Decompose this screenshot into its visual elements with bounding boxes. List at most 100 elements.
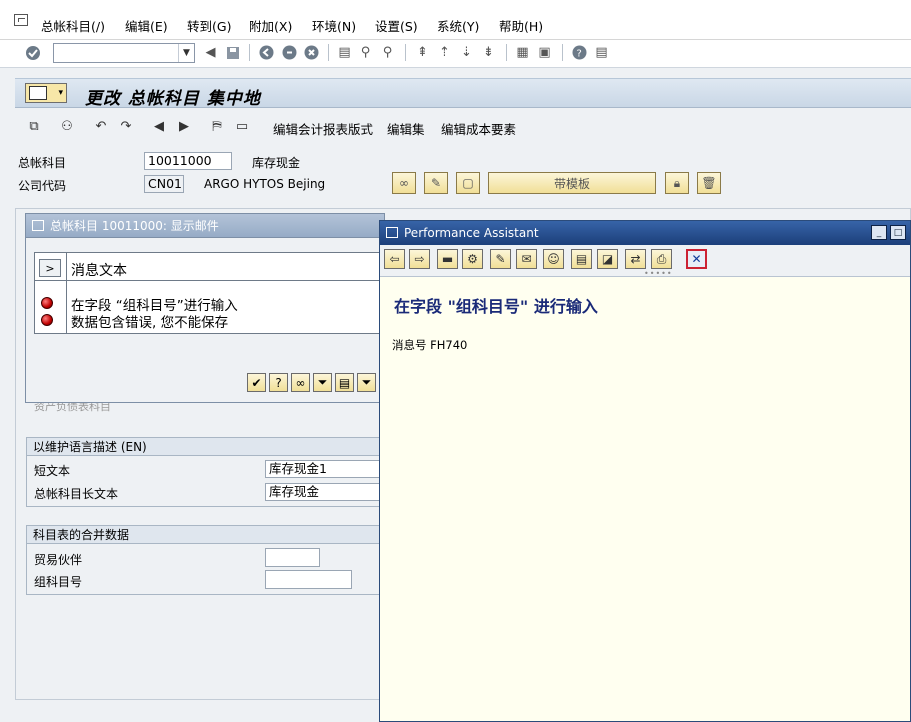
- technical-info-icon[interactable]: ⚙: [462, 249, 483, 269]
- menu-help[interactable]: 帮助(H): [499, 16, 543, 35]
- long-text-field[interactable]: 库存现金: [265, 483, 381, 501]
- book-icon[interactable]: ▬: [437, 249, 458, 269]
- layout-menu-icon[interactable]: ▤: [593, 44, 610, 61]
- toolbar-separator: [328, 44, 329, 61]
- window-icon: [386, 227, 398, 238]
- cancel-icon[interactable]: [303, 44, 320, 61]
- new-session-icon[interactable]: ▦: [514, 44, 531, 61]
- enter-icon[interactable]: [24, 44, 41, 61]
- edit-note-icon[interactable]: ✎: [490, 249, 511, 269]
- shortcut-icon[interactable]: ▣: [536, 44, 553, 61]
- forward-arrow-icon[interactable]: ⇨: [409, 249, 430, 269]
- hierarchy-icon[interactable]: ⚇: [58, 117, 76, 135]
- bookmark-icon[interactable]: ◪: [597, 249, 618, 269]
- find-next-icon[interactable]: ⚲: [379, 44, 396, 61]
- error-light-icon: [41, 297, 53, 309]
- account-description: 库存现金: [252, 156, 301, 170]
- glasses-icon[interactable]: ∞: [392, 172, 416, 194]
- company-code-field[interactable]: CN01: [144, 175, 184, 193]
- consolidation-group-title: 科目表的合并数据: [27, 526, 385, 544]
- dropdown-icon: ▾: [58, 88, 63, 98]
- minimize-icon[interactable]: _: [871, 225, 887, 240]
- window-icon: [29, 86, 47, 100]
- help-icon[interactable]: ?: [571, 44, 588, 61]
- menu-system[interactable]: 系统(Y): [437, 16, 479, 35]
- trading-partner-field[interactable]: [265, 548, 320, 567]
- command-field-dropdown-icon[interactable]: ▼: [178, 44, 194, 62]
- print-list-icon[interactable]: ▤: [335, 373, 354, 392]
- menu-gl-account[interactable]: 总帐科目(/): [41, 16, 105, 35]
- performance-assistant-window: Performance Assistant _ □ ⇦ ⇨ ▬ ⚙ ✎ ✉ ☺ …: [379, 220, 911, 722]
- filter-settings-icon[interactable]: ⏷: [357, 373, 376, 392]
- change-display-icon[interactable]: ⧉: [25, 117, 43, 135]
- menu-environment[interactable]: 环境(N): [312, 16, 356, 35]
- back-icon[interactable]: [258, 44, 275, 61]
- next-icon[interactable]: ▶: [175, 117, 193, 135]
- performance-assistant-title-bar: Performance Assistant _ □: [380, 221, 910, 245]
- company-code-label: 公司代码: [18, 179, 67, 193]
- last-page-icon[interactable]: ⇟: [480, 44, 497, 61]
- command-field[interactable]: ▼: [53, 43, 195, 63]
- help-heading: 在字段 "组科目号" 进行输入: [394, 297, 598, 316]
- delete-icon[interactable]: 🗑︎: [697, 172, 721, 194]
- with-template-button[interactable]: 带模板: [488, 172, 656, 194]
- exit-icon[interactable]: [281, 44, 298, 61]
- screen-title-bar: ▾ 更改 总帐科目 集中地: [15, 78, 911, 109]
- previous-icon[interactable]: ◀: [150, 117, 168, 135]
- print-icon[interactable]: ⎙: [651, 249, 672, 269]
- with-template-label: 带模板: [553, 176, 590, 191]
- find-icon[interactable]: ⚲: [357, 44, 374, 61]
- menu-settings[interactable]: 设置(S): [375, 16, 418, 35]
- back-arrow-icon[interactable]: ◀: [202, 44, 219, 61]
- pencil-icon[interactable]: ✎: [424, 172, 448, 194]
- menu-edit[interactable]: 编辑(E): [125, 16, 168, 35]
- next-page-icon[interactable]: ⇣: [458, 44, 475, 61]
- select-all-icon[interactable]: >: [39, 259, 61, 277]
- transfer-icon[interactable]: ⇄: [625, 249, 646, 269]
- close-icon[interactable]: ✕: [686, 249, 707, 269]
- user-icon[interactable]: ☺: [543, 249, 564, 269]
- print-icon[interactable]: ▤: [336, 44, 353, 61]
- undo-icon[interactable]: ↶: [92, 117, 110, 135]
- splitter-handle[interactable]: •••••: [644, 269, 673, 278]
- help-question-icon[interactable]: ?: [269, 373, 288, 392]
- document-icon[interactable]: ▭: [233, 117, 251, 135]
- short-text-field[interactable]: 库存现金1: [265, 460, 381, 478]
- company-description: ARGO HYTOS Bejing: [204, 177, 326, 191]
- toolbar-separator: [506, 44, 507, 61]
- trading-partner-label: 贸易伙伴: [34, 553, 83, 567]
- edit-cost-element-button[interactable]: 编辑成本要素: [441, 119, 516, 138]
- maximize-icon[interactable]: □: [890, 225, 906, 240]
- message-table-header: > 消息文本: [35, 253, 385, 281]
- edit-report-layout-button[interactable]: 编辑会计报表版式: [273, 119, 373, 138]
- back-arrow-icon[interactable]: ⇦: [384, 249, 405, 269]
- transaction-menu-button[interactable]: ▾: [25, 83, 67, 103]
- message-row[interactable]: 数据包含错误, 您不能保存: [71, 311, 228, 331]
- message-dialog-title: 总帐科目 10011000: 显示邮件: [50, 219, 219, 233]
- create-icon[interactable]: ▢: [456, 172, 480, 194]
- error-light-icon: [41, 314, 53, 326]
- group-account-field[interactable]: [265, 570, 352, 589]
- dialog-window-icon: [32, 220, 44, 231]
- system-menu-icon[interactable]: [14, 14, 28, 26]
- filter-icon[interactable]: ⏷: [313, 373, 332, 392]
- toolbar-separator: [249, 44, 250, 61]
- confirm-icon[interactable]: ✔: [247, 373, 266, 392]
- page-title: 更改 总帐科目 集中地: [85, 89, 261, 109]
- first-page-icon[interactable]: ⇞: [414, 44, 431, 61]
- message-column-header[interactable]: 消息文本: [71, 260, 127, 280]
- menu-extras[interactable]: 附加(X): [249, 16, 292, 35]
- svg-text:?: ?: [577, 49, 582, 60]
- account-label: 总帐科目: [18, 156, 67, 170]
- document-list-icon[interactable]: ▤: [571, 249, 592, 269]
- previous-page-icon[interactable]: ⇡: [436, 44, 453, 61]
- save-icon[interactable]: [224, 44, 241, 61]
- lock-icon[interactable]: 🔒︎: [665, 172, 689, 194]
- menu-goto[interactable]: 转到(G): [187, 16, 231, 35]
- redo-icon[interactable]: ↷: [117, 117, 135, 135]
- message-edit-icon[interactable]: ✉: [516, 249, 537, 269]
- edit-set-button[interactable]: 编辑集: [387, 119, 425, 138]
- account-field[interactable]: 10011000: [144, 152, 232, 170]
- where-used-icon[interactable]: ⛿: [208, 117, 226, 135]
- detail-glasses-icon[interactable]: ∞: [291, 373, 310, 392]
